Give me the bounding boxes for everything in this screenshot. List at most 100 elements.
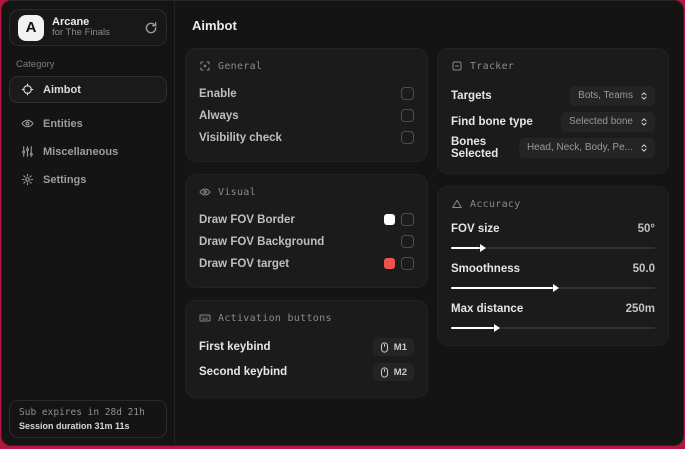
max-distance-value: 250m (625, 303, 655, 315)
targets-dropdown[interactable]: Bots, Teams (570, 85, 655, 106)
setting-label: FOV size (451, 223, 500, 235)
sidebar-item-entities[interactable]: Entities (9, 110, 167, 137)
setting-row: Visibility check (199, 127, 414, 148)
crosshair-icon (21, 83, 34, 96)
sidebar-item-aimbot[interactable]: Aimbot (9, 76, 167, 103)
activation-card: Activation buttons First keybind M1 Seco… (185, 300, 428, 398)
app-subtitle: for The Finals (52, 27, 110, 39)
dropdown-value: Bots, Teams (578, 90, 633, 101)
setting-row: Second keybind M2 (199, 360, 414, 384)
slider-thumb[interactable] (493, 324, 500, 332)
accuracy-card-header: Accuracy (451, 198, 655, 210)
smoothness-value: 50.0 (632, 263, 655, 275)
accuracy-card: Accuracy FOV size 50° Smoothness 50.0 Ma… (437, 186, 669, 346)
activation-card-title: Activation buttons (218, 312, 332, 324)
dropdown-value: Selected bone (569, 116, 633, 127)
enable-checkbox[interactable] (401, 87, 414, 100)
chevron-updown-icon (641, 143, 647, 152)
sidebar-item-settings[interactable]: Settings (9, 166, 167, 193)
activation-card-header: Activation buttons (199, 312, 414, 324)
triangle-icon (452, 199, 462, 208)
sub-expires-text: Sub expires in 28d 21h (19, 407, 145, 418)
category-label: Category (16, 59, 55, 70)
smoothness-slider[interactable] (451, 284, 655, 292)
keybind-value: M1 (393, 341, 407, 353)
setting-row: Draw FOV target (199, 253, 414, 274)
setting-label: Smoothness (451, 263, 521, 275)
fov-size-value: 50° (637, 223, 655, 235)
first-keybind-button[interactable]: M1 (372, 338, 414, 356)
setting-label: First keybind (199, 341, 271, 353)
app-title-block: Arcane for The Finals (52, 16, 136, 40)
visibility-check-checkbox[interactable] (401, 131, 414, 144)
session-duration-text: Session duration 31m 11s (19, 421, 130, 431)
sidebar-item-label: Aimbot (43, 83, 81, 96)
setting-label: Enable (199, 87, 237, 100)
mouse-icon (380, 341, 388, 353)
sliders-icon (22, 146, 33, 157)
eye-icon (21, 119, 34, 128)
general-card-title: General (218, 60, 263, 72)
setting-row: Bones Selected Head, Neck, Body, Pe... (451, 135, 655, 160)
fov-size-slider[interactable] (451, 244, 655, 252)
target-box-icon (452, 61, 462, 71)
visual-card-title: Visual (218, 186, 256, 198)
slider-thumb[interactable] (479, 244, 486, 252)
tracker-card: Tracker Targets Bots, Teams Find bone ty… (437, 48, 669, 174)
tracker-card-header: Tracker (451, 60, 655, 72)
mouse-icon (380, 366, 388, 378)
chevron-updown-icon (641, 117, 647, 126)
general-card: General Enable Always Visibility check (185, 48, 428, 162)
second-keybind-button[interactable]: M2 (372, 363, 414, 381)
max-distance-slider[interactable] (451, 324, 655, 332)
tracker-card-title: Tracker (470, 60, 515, 72)
setting-row: Enable (199, 83, 414, 104)
setting-label: Draw FOV Background (199, 235, 325, 248)
accuracy-card-title: Accuracy (470, 198, 521, 210)
setting-label: Draw FOV Border (199, 213, 295, 226)
setting-row: Always (199, 105, 414, 126)
page-title: Aimbot (192, 18, 237, 33)
setting-row: Draw FOV Background (199, 231, 414, 252)
setting-label: Find bone type (451, 115, 533, 128)
setting-row: Draw FOV Border (199, 209, 414, 230)
app-logo: A (18, 14, 44, 41)
draw-fov-target-checkbox[interactable] (401, 257, 414, 270)
scan-icon (200, 61, 210, 71)
slider-row: Max distance 250m (451, 301, 655, 332)
draw-fov-border-checkbox[interactable] (401, 213, 414, 226)
bones-selected-dropdown[interactable]: Head, Neck, Body, Pe... (519, 137, 655, 158)
setting-label: Always (199, 109, 239, 122)
keybind-value: M2 (393, 366, 407, 378)
setting-label: Second keybind (199, 366, 288, 378)
setting-label: Targets (451, 89, 492, 102)
slider-thumb[interactable] (553, 284, 559, 292)
sidebar-item-label: Entities (43, 117, 83, 130)
setting-label: Visibility check (199, 131, 282, 144)
setting-label: Max distance (451, 303, 524, 315)
slider-row: Smoothness 50.0 (451, 261, 655, 292)
app-logo-card: A Arcane for The Finals (9, 9, 167, 46)
visual-card: Visual Draw FOV Border Draw FOV Backgrou… (185, 174, 428, 288)
gear-icon (21, 173, 34, 186)
app-window: A Arcane for The Finals Category Aimbot … (1, 0, 684, 446)
sidebar-item-label: Miscellaneous (43, 145, 119, 158)
general-card-header: General (199, 60, 414, 72)
setting-label: Bones Selected (451, 135, 499, 160)
main-content: Aimbot General Enable Always Visibility … (175, 1, 683, 445)
fov-target-color-swatch[interactable] (384, 258, 395, 269)
setting-row: First keybind M1 (199, 335, 414, 359)
visual-card-header: Visual (199, 186, 414, 198)
draw-fov-background-checkbox[interactable] (401, 235, 414, 248)
setting-row: Targets Bots, Teams (451, 83, 655, 108)
find-bone-type-dropdown[interactable]: Selected bone (561, 111, 655, 132)
dropdown-value: Head, Neck, Body, Pe... (527, 142, 633, 153)
refresh-icon[interactable] (144, 21, 158, 35)
setting-label: Draw FOV target (199, 257, 290, 270)
chevron-updown-icon (641, 91, 647, 100)
always-checkbox[interactable] (401, 109, 414, 122)
sidebar-item-miscellaneous[interactable]: Miscellaneous (9, 138, 167, 165)
eye-icon (199, 188, 211, 196)
setting-row: Find bone type Selected bone (451, 109, 655, 134)
fov-border-color-swatch[interactable] (384, 214, 395, 225)
